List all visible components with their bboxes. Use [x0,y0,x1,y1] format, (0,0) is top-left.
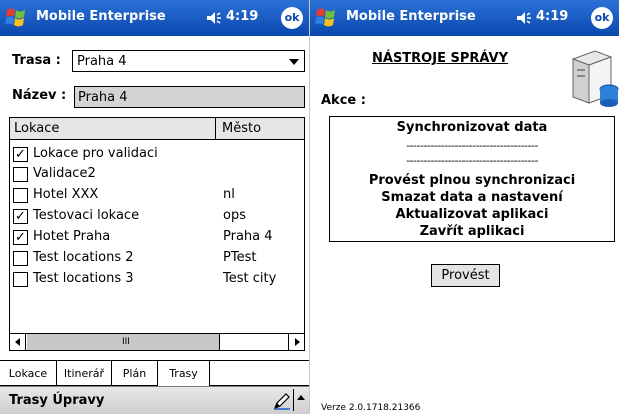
windows-start-icon[interactable] [2,4,32,32]
scroll-thumb[interactable]: III [27,334,220,350]
actions-listbox[interactable]: Synchronizovat data --------------------… [329,116,615,242]
checkbox[interactable] [13,251,28,266]
admin-tools-screen: Mobile Enterprise 4:19 ok NÁSTROJE SPRÁV… [310,0,619,414]
list-item[interactable]: ✓ Testovaci lokace ops [10,206,304,226]
pen-icon[interactable] [272,391,292,411]
action-close-app[interactable]: Zavřít aplikaci [330,224,614,239]
windows-start-icon[interactable] [312,4,342,32]
location-city: nl [223,187,235,202]
location-name: Test locations 3 [33,271,134,286]
location-name: Hotel XXX [33,187,99,202]
location-city: Test city [223,271,277,286]
action-full-sync[interactable]: Provést plnou synchronizaci [330,173,614,188]
checkbox[interactable]: ✓ [13,230,28,245]
checkbox[interactable] [13,188,28,203]
list-item[interactable]: Test locations 2 PTest [10,248,304,268]
checkbox[interactable] [13,167,28,182]
chevron-down-icon [289,59,299,65]
page-title: NÁSTROJE SPRÁVY [372,51,509,66]
location-name: Test locations 2 [33,250,134,265]
trasa-value: Praha 4 [77,54,127,69]
nazev-field[interactable]: Praha 4 [74,86,305,108]
list-item[interactable]: ✓ Hotet Praha Praha 4 [10,227,304,247]
speaker-icon[interactable] [514,8,534,28]
version-text: Verze 2.0.1718.21366 [321,403,421,413]
app-title: Mobile Enterprise [36,9,166,24]
list-item[interactable]: Validace2 [10,164,304,184]
clock[interactable]: 4:19 [226,9,258,24]
ok-button[interactable]: ok [591,7,613,29]
checkbox[interactable]: ✓ [13,147,28,162]
action-sync-data[interactable]: Synchronizovat data [330,120,614,135]
tab-trasy[interactable]: Trasy [158,361,210,386]
titlebar: Mobile Enterprise 4:19 ok [310,0,619,36]
menu-bar: Trasy Úpravy [0,386,309,414]
action-delete-data[interactable]: Smazat data a nastavení [330,190,614,205]
column-header-mesto[interactable]: Město [217,118,304,139]
titlebar: Mobile Enterprise 4:19 ok [0,0,309,36]
trasa-dropdown[interactable]: Praha 4 [72,50,305,72]
horizontal-scrollbar[interactable]: III [10,333,304,350]
location-city: Praha 4 [223,229,273,244]
app-title: Mobile Enterprise [346,9,476,24]
scroll-grip: III [122,337,130,347]
menu-trasy-upravy[interactable]: Trasy Úpravy [9,393,104,408]
tab-bar-filler [210,361,309,386]
execute-button[interactable]: Provést [431,264,500,287]
clock[interactable]: 4:19 [536,9,568,24]
nazev-label: Název : [12,88,67,103]
list-item[interactable]: ✓ Lokace pro validaci [10,144,304,164]
scroll-left-arrow-icon[interactable] [10,334,26,350]
location-name: Validace2 [33,166,96,181]
list-item[interactable]: Hotel XXX nl [10,185,304,205]
locations-list[interactable]: Lokace Město ✓ Lokace pro validaci Valid… [9,117,305,351]
ok-button[interactable]: ok [281,7,303,29]
separator: -------------------------------------- [406,154,538,167]
column-header-lokace[interactable]: Lokace [10,118,216,139]
server-database-icon [571,50,619,107]
checkbox[interactable] [13,272,28,287]
akce-label: Akce : [321,93,366,108]
list-item[interactable]: Test locations 3 Test city [10,269,304,289]
list-header: Lokace Město [10,118,304,140]
location-name: Testovaci lokace [33,208,140,223]
action-update-app[interactable]: Aktualizovat aplikaci [330,207,614,222]
tab-bar: Lokace Itinerář Plán Trasy [0,360,309,386]
tab-lokace[interactable]: Lokace [0,361,57,386]
trasa-label: Trasa : [12,53,61,68]
input-panel-arrow-icon[interactable] [293,389,307,411]
separator: -------------------------------------- [406,139,538,152]
checkbox[interactable]: ✓ [13,209,28,224]
speaker-icon[interactable] [204,8,224,28]
tab-itinerar[interactable]: Itinerář [57,361,112,386]
location-name: Hotet Praha [33,229,111,244]
scroll-right-arrow-icon[interactable] [288,334,304,350]
tab-plan[interactable]: Plán [112,361,158,386]
nazev-value: Praha 4 [78,90,128,105]
location-name: Lokace pro validaci [33,146,158,161]
route-screen: Mobile Enterprise 4:19 ok Trasa : Praha … [0,0,309,414]
location-city: ops [223,208,246,223]
location-city: PTest [223,250,257,265]
